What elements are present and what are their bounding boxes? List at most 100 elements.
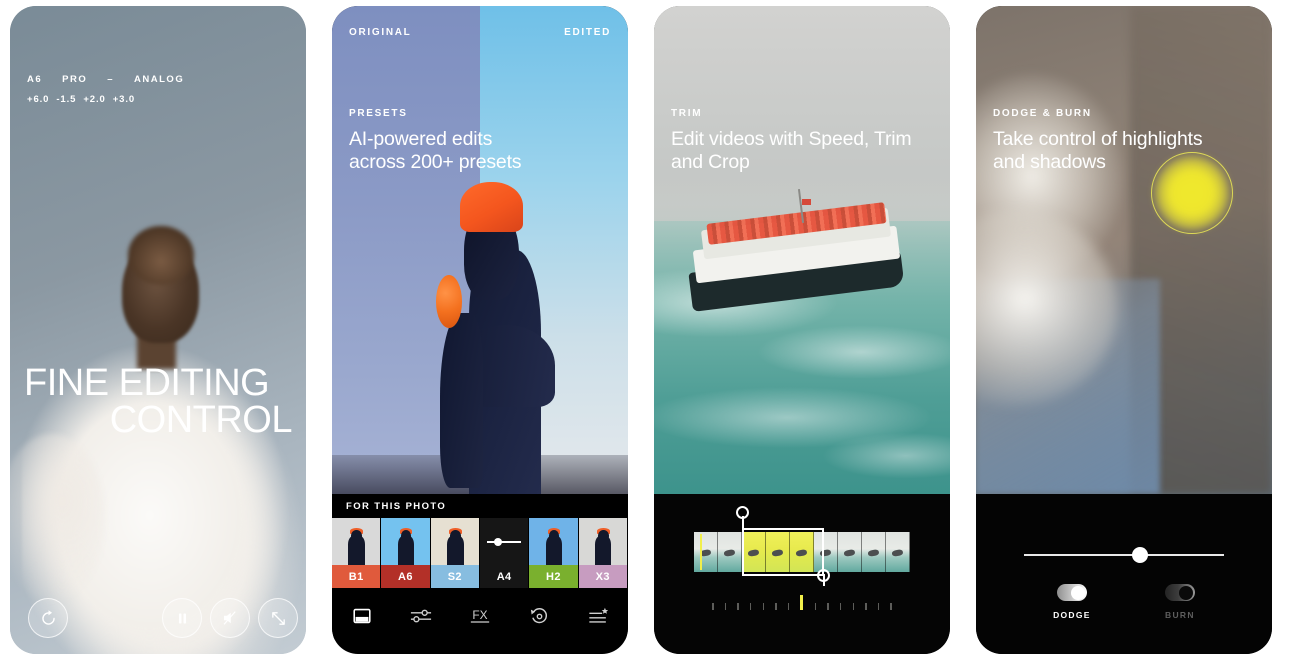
preset-label: X3 <box>578 565 627 588</box>
pause-icon <box>178 613 186 623</box>
expand-icon <box>271 611 285 625</box>
meta-preset-code: A6 <box>27 74 43 85</box>
preset-meta-row: A6 PRO – ANALOG <box>27 74 204 85</box>
panel-trim[interactable]: TRIM Edit videos with Speed, Trim and Cr… <box>654 6 950 654</box>
subject-arm <box>440 312 483 488</box>
trim-handle-end[interactable] <box>817 569 830 582</box>
panel3-kicker: TRIM <box>671 108 703 119</box>
panel2-copy: PRESETS AI-powered edits across 200+ pre… <box>349 108 611 174</box>
video-controls-bar <box>10 598 306 640</box>
tab-adjust[interactable] <box>404 601 438 631</box>
ruler-tick <box>827 603 829 610</box>
intensity-slider[interactable] <box>1024 547 1224 563</box>
timeline-ruler[interactable] <box>712 594 892 610</box>
meta-pro-tag: PRO <box>62 74 88 85</box>
meta-value-2: -1.5 <box>56 94 77 105</box>
preset-b1[interactable]: B1 <box>332 518 382 588</box>
preset-thumbnail <box>479 518 529 565</box>
svg-text:FX: FX <box>472 608 487 622</box>
replay-button[interactable] <box>28 598 68 638</box>
edit-metadata-overlay: A6 PRO – ANALOG +6.0 -1.5 +2.0 +3.0 <box>27 74 204 105</box>
panel2-photo <box>332 6 628 494</box>
trim-selection[interactable] <box>742 528 824 576</box>
dodge-toggle-group[interactable]: DODGE <box>1053 584 1091 620</box>
ruler-tick <box>762 603 765 610</box>
panel1-headline: FINE EDITING CONTROL <box>24 363 293 439</box>
tab-recipes[interactable] <box>581 601 615 631</box>
preset-thumbnail <box>578 518 627 565</box>
fx-icon: FX <box>470 608 490 623</box>
ruler-tick <box>724 603 727 610</box>
burn-toggle-knob <box>1179 585 1194 600</box>
ruler-tick <box>852 603 855 610</box>
headline-line-1: Take control of highlights <box>993 128 1203 150</box>
intensity-slider-knob[interactable] <box>1132 547 1148 563</box>
preset-s2[interactable]: S2 <box>430 518 480 588</box>
panel-fine-editing-control[interactable]: A6 PRO – ANALOG +6.0 -1.5 +2.0 +3.0 FINE EDITI… <box>10 6 306 654</box>
editor-toolbar[interactable]: FX <box>332 592 628 640</box>
headline-line-2: and shadows <box>993 150 1106 173</box>
screenshot-gallery: A6 PRO – ANALOG +6.0 -1.5 +2.0 +3.0 FINE EDITI… <box>0 0 1300 662</box>
mute-icon <box>223 611 236 625</box>
thumb-body <box>397 535 415 565</box>
dodge-toggle-label: DODGE <box>1053 610 1091 620</box>
video-timeline[interactable] <box>654 494 950 654</box>
preset-thumbnail <box>381 518 430 565</box>
preset-thumbnail <box>332 518 381 565</box>
dodge-toggle[interactable] <box>1056 584 1087 601</box>
panel3-photo <box>654 6 950 494</box>
frame-boat <box>723 549 736 558</box>
preset-thumbnail <box>529 518 578 565</box>
frame-boat <box>867 549 880 558</box>
recipes-star-icon <box>589 607 608 623</box>
preset-strip-label: FOR THIS PHOTO <box>346 500 447 512</box>
mute-button[interactable] <box>210 598 250 638</box>
preset-x3[interactable]: X3 <box>578 518 628 588</box>
adjust-dial-icon <box>487 537 522 546</box>
trim-handle-start[interactable] <box>736 506 749 519</box>
boat-flag <box>802 199 812 206</box>
replay-icon <box>41 609 55 625</box>
filmstrip-frame[interactable] <box>838 532 862 572</box>
label-original: ORIGINAL <box>349 27 412 38</box>
ruler-tick <box>749 603 752 610</box>
burn-toggle-group[interactable]: BURN <box>1164 584 1195 620</box>
panel4-photo <box>976 6 1272 494</box>
preset-label: A6 <box>381 565 430 588</box>
preset-label: H2 <box>529 565 578 588</box>
ruler-tick <box>839 603 842 610</box>
filmstrip-frame[interactable] <box>862 532 886 572</box>
photo-subject <box>436 181 556 494</box>
fullscreen-button[interactable] <box>258 598 298 638</box>
tab-fx[interactable]: FX <box>463 601 497 631</box>
preset-a4[interactable]: A4 <box>479 518 530 588</box>
compare-labels: ORIGINAL EDITED <box>349 27 611 38</box>
headline-line-1: Edit videos with Speed, Trim <box>671 128 912 150</box>
meta-value-3: +2.0 <box>83 94 106 105</box>
panel-presets[interactable]: ORIGINAL EDITED PRESETS AI-powered edits… <box>332 6 628 654</box>
headline-line-2: across 200+ presets <box>349 150 522 173</box>
tab-presets[interactable] <box>345 601 379 631</box>
ruler-tick <box>787 603 790 610</box>
burn-toggle[interactable] <box>1164 584 1195 601</box>
panel4-headline: Take control of highlights and shadows <box>993 128 1255 174</box>
mode-toggles: DODGE BURN <box>976 584 1272 620</box>
filmstrip-frame[interactable] <box>718 532 742 572</box>
preset-h2[interactable]: H2 <box>529 518 579 588</box>
panel3-copy: TRIM Edit videos with Speed, Trim and Cr… <box>671 108 933 174</box>
pause-button[interactable] <box>162 598 202 638</box>
dodge-toggle-knob <box>1071 585 1086 600</box>
ruler-playhead <box>800 595 804 610</box>
history-icon <box>530 608 547 624</box>
thumb-body <box>348 535 365 565</box>
filmstrip-frame[interactable] <box>886 532 910 572</box>
panel-dodge-burn[interactable]: DODGE & BURN Take control of highlights … <box>976 6 1272 654</box>
preset-label: A4 <box>479 565 529 588</box>
preset-strip-header: FOR THIS PHOTO <box>332 494 628 518</box>
preset-strip[interactable]: B1 A6 S2 A4 H2 X3 <box>332 518 628 588</box>
tab-history[interactable] <box>522 601 556 631</box>
preset-a6[interactable]: A6 <box>381 518 431 588</box>
filmstrip-frame[interactable] <box>694 532 718 572</box>
panel2-headline: AI-powered edits across 200+ presets <box>349 128 611 174</box>
meta-value-4: +3.0 <box>112 94 136 105</box>
